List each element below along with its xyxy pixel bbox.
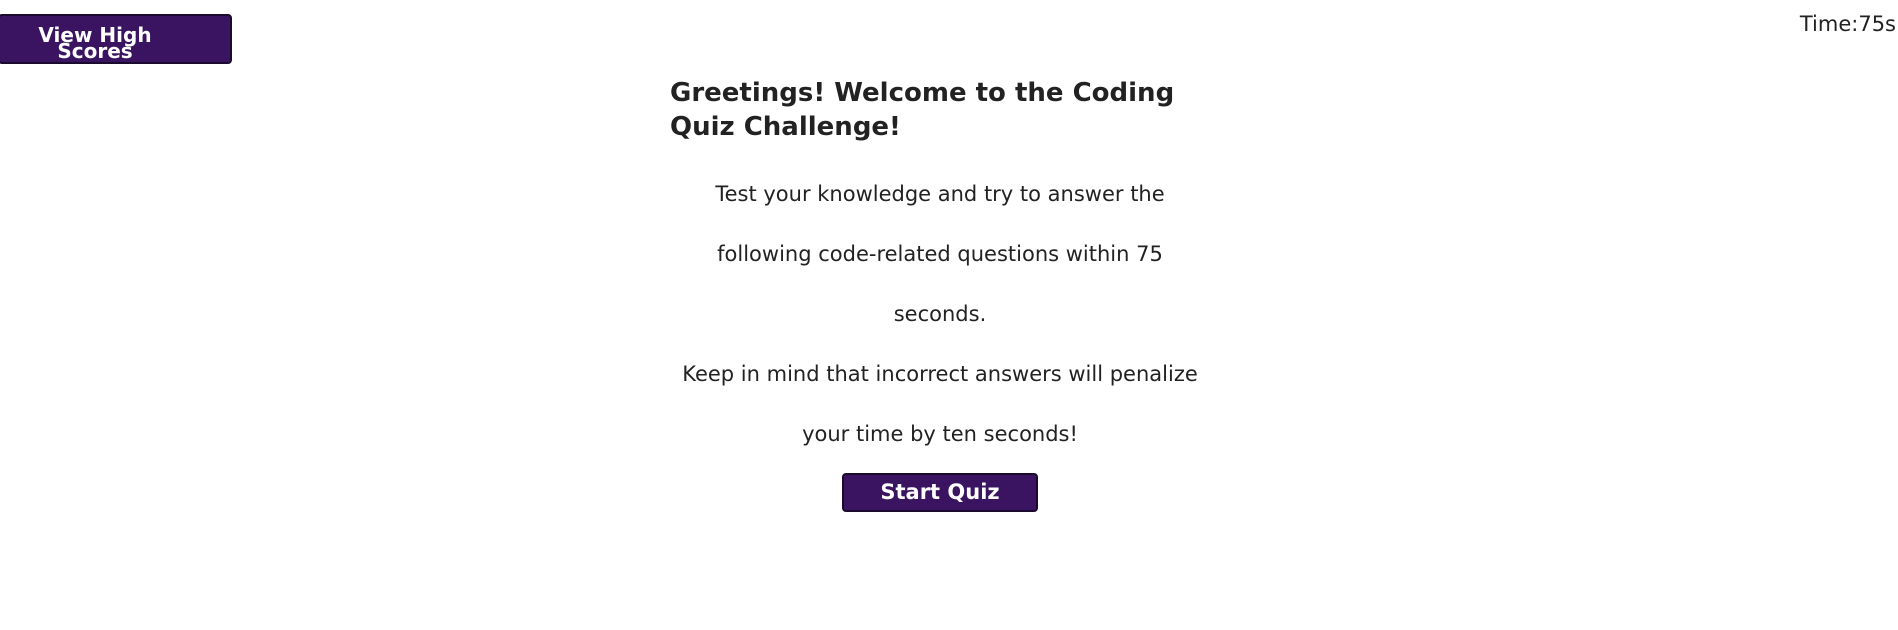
warning-text: Keep in mind that incorrect answers will…: [682, 362, 1198, 446]
description-text: Test your knowledge and try to answer th…: [715, 182, 1165, 326]
timer-label: Time:: [1799, 12, 1859, 36]
intro-section: Greetings! Welcome to the Coding Quiz Ch…: [670, 76, 1210, 464]
start-quiz-button[interactable]: Start Quiz: [842, 473, 1038, 512]
view-high-scores-button[interactable]: View High Scores: [0, 14, 232, 64]
page-title: Greetings! Welcome to the Coding Quiz Ch…: [670, 78, 1175, 142]
timer-value: 75s: [1858, 12, 1896, 36]
intro-description: Test your knowledge and try to answer th…: [670, 164, 1210, 464]
timer: Time:75s: [1800, 12, 1896, 36]
quiz-start-page: View High Scores Time:75s Greetings! Wel…: [0, 0, 1898, 630]
